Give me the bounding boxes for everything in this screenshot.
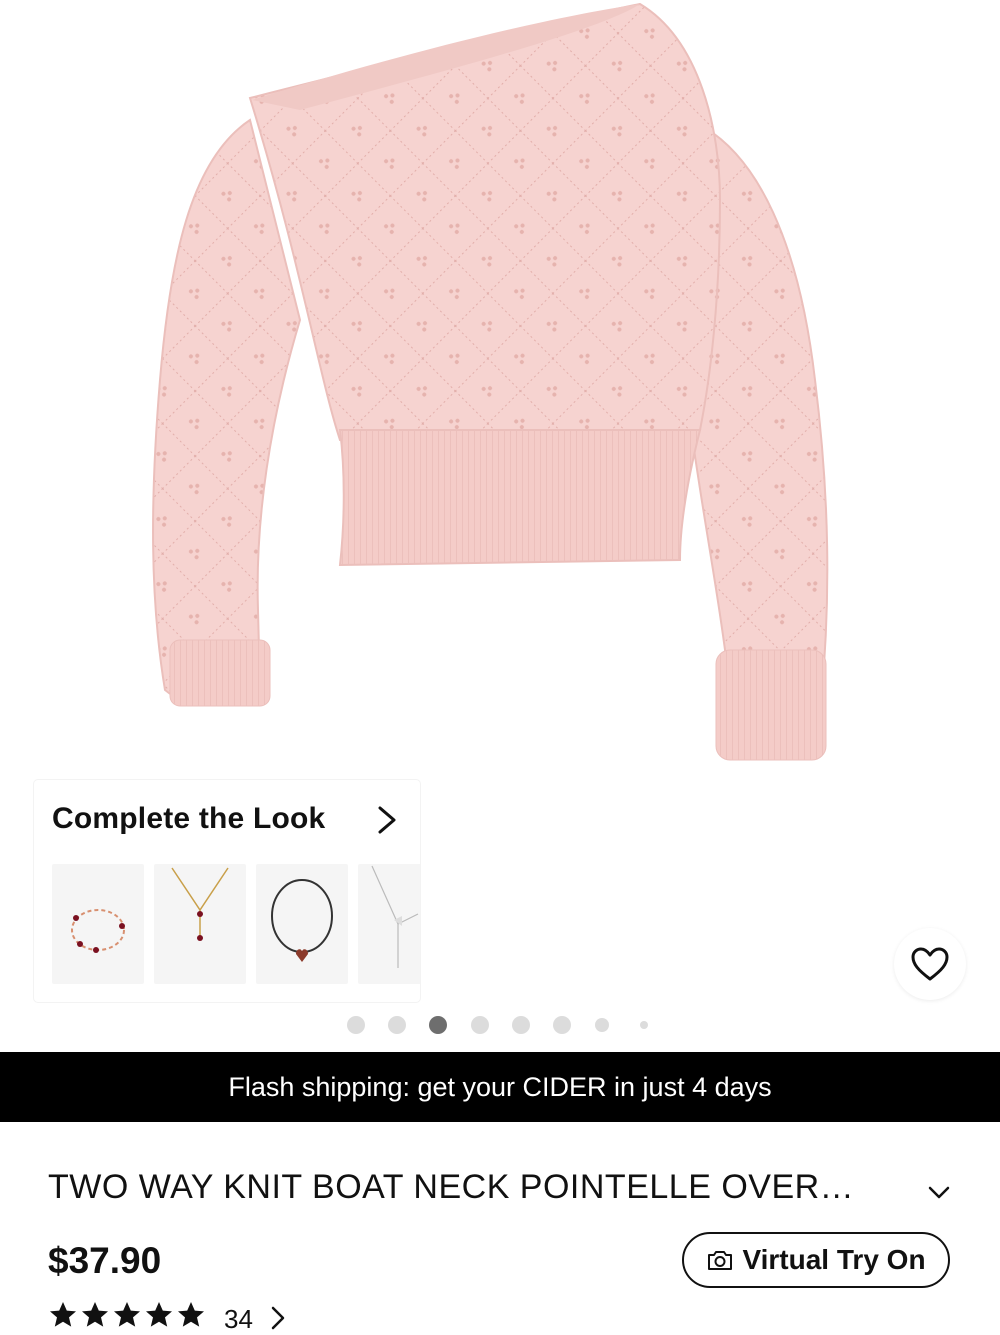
product-title-row[interactable]: TWO WAY KNIT BOAT NECK POINTELLE OVER… — [48, 1168, 958, 1216]
carousel-pagination — [0, 1015, 1000, 1035]
star-icon — [114, 1302, 140, 1327]
rating-row[interactable]: 34 — [48, 1300, 348, 1334]
carousel-dot[interactable] — [388, 1016, 406, 1034]
heart-icon — [911, 947, 949, 981]
favorite-button[interactable] — [894, 928, 966, 1000]
carousel-dot[interactable] — [595, 1018, 609, 1032]
thumb-bow-necklace[interactable] — [358, 864, 420, 984]
camera-icon — [708, 1251, 733, 1270]
virtual-try-on-label: Virtual Try On — [742, 1244, 926, 1275]
star-icon — [146, 1302, 172, 1327]
star-icon — [82, 1302, 108, 1327]
chevron-down-icon[interactable] — [924, 1178, 954, 1208]
chevron-right-icon[interactable] — [372, 802, 402, 838]
carousel-dot[interactable] — [512, 1016, 530, 1034]
complete-the-look-title: Complete the Look — [52, 802, 326, 835]
chevron-right-icon[interactable] — [268, 1304, 288, 1332]
flash-shipping-banner: Flash shipping: get your CIDER in just 4… — [0, 1052, 1000, 1122]
thumb-heart-bracelet[interactable] — [52, 864, 144, 984]
carousel-dot-active[interactable] — [429, 1016, 447, 1034]
star-icon — [178, 1302, 204, 1327]
thumb-heart-necklace-gold[interactable] — [154, 864, 246, 984]
thumb-heart-choker[interactable] — [256, 864, 348, 984]
complete-the-look-thumbnails — [52, 864, 420, 984]
rating-count: 34 — [224, 1304, 253, 1334]
star-icon — [50, 1302, 76, 1327]
banner-text: Flash shipping: get your CIDER in just 4… — [228, 1071, 772, 1102]
carousel-dot[interactable] — [553, 1016, 571, 1034]
carousel-dot[interactable] — [471, 1016, 489, 1034]
complete-the-look-card[interactable]: Complete the Look — [34, 780, 420, 1002]
product-price: $37.90 — [48, 1240, 162, 1281]
product-image-carousel[interactable]: Complete the Look — [0, 0, 1000, 1050]
product-title: TWO WAY KNIT BOAT NECK POINTELLE OVER… — [48, 1168, 855, 1206]
carousel-dot[interactable] — [347, 1016, 365, 1034]
carousel-dot[interactable] — [640, 1021, 648, 1029]
virtual-try-on-button[interactable]: Virtual Try On — [682, 1232, 950, 1288]
star-rating — [50, 1302, 204, 1327]
